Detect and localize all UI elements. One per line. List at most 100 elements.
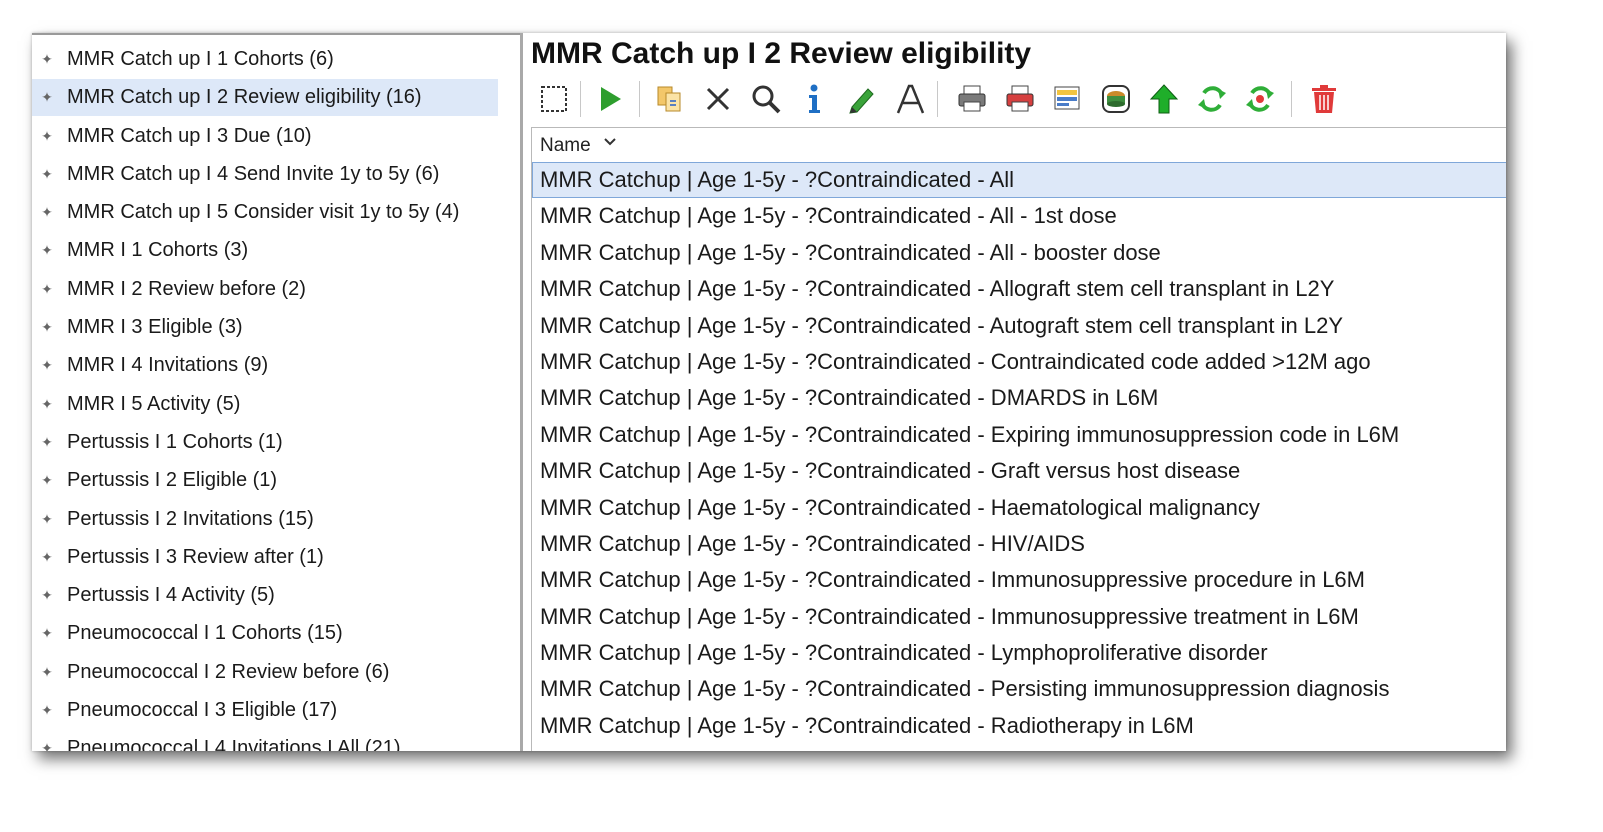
- tree-bullet-icon: ✦: [41, 740, 53, 751]
- tree-item[interactable]: ✦ MMR I 3 Eligible (3): [32, 308, 520, 346]
- table-row[interactable]: MMR Catchup | Age 1-5y - ?Contraindicate…: [532, 562, 1506, 598]
- table-row[interactable]: MMR Catchup | Age 1-5y - ?Contraindicate…: [532, 162, 1506, 199]
- tree-item[interactable]: ✦ MMR Catch up I 4 Send Invite 1y to 5y (…: [32, 155, 520, 193]
- select-box-button[interactable]: [535, 77, 573, 121]
- table-row[interactable]: MMR Catchup | Age 1-5y - ?Contraindicate…: [532, 380, 1506, 416]
- tree-item[interactable]: ✦ MMR Catch up I 2 Review eligibility (16…: [32, 78, 520, 117]
- info-button[interactable]: [795, 77, 833, 121]
- table-row[interactable]: MMR Catchup | Age 1-5y - ?Contraindicate…: [532, 671, 1506, 707]
- tree-item-label: MMR I 4 Invitations (9): [67, 354, 269, 377]
- tree-item[interactable]: ✦ MMR Catch up I 5 Consider visit 1y to 5…: [32, 193, 520, 231]
- refresh-red-icon: [1246, 86, 1274, 112]
- chevron-down-icon: [604, 138, 616, 146]
- run-button[interactable]: [591, 77, 629, 121]
- search-icon: [752, 85, 781, 114]
- table-row[interactable]: MMR Catchup | Age 1-5y - ?Contraindicate…: [532, 235, 1506, 271]
- table-row[interactable]: MMR Catchup | Age 1-5y - ?Contraindicate…: [532, 344, 1506, 380]
- tree-item[interactable]: ✦ Pertussis I 4 Activity (5): [32, 576, 520, 614]
- delete-folder-button[interactable]: [1305, 77, 1343, 121]
- print-red-icon: [1006, 85, 1034, 112]
- tree-bullet-icon: ✦: [41, 204, 53, 221]
- tree-item[interactable]: ✦ Pertussis I 2 Eligible (1): [32, 461, 520, 499]
- delete-button[interactable]: [699, 77, 737, 121]
- tree-bullet-icon: ✦: [41, 395, 53, 412]
- tree-item[interactable]: ✦ MMR I 1 Cohorts (3): [32, 231, 520, 269]
- table-row[interactable]: MMR Catchup | Age 1-5y - ?Contraindicate…: [532, 198, 1506, 234]
- copy-button[interactable]: [651, 77, 689, 121]
- tree-item[interactable]: ✦ MMR I 5 Activity (5): [32, 385, 520, 423]
- edit-button[interactable]: [843, 77, 881, 121]
- tree-bullet-icon: ✦: [41, 89, 53, 106]
- print-list-button[interactable]: [1001, 77, 1039, 121]
- tree-item-label: Pertussis I 2 Eligible (1): [67, 469, 278, 492]
- toolbar-separator: [937, 81, 938, 117]
- run-icon: [601, 87, 621, 111]
- table-row[interactable]: MMR Catchup | Age 1-5y - ?Contraindicate…: [532, 271, 1506, 307]
- tree-item[interactable]: ✦ Pneumococcal I 4 Invitations I All (21): [32, 729, 520, 751]
- tree-item[interactable]: ✦ Pertussis I 3 Review after (1): [32, 538, 520, 576]
- tree-item-label: MMR I 2 Review before (2): [67, 277, 306, 300]
- tree-bullet-icon: ✦: [41, 663, 53, 680]
- tree-item[interactable]: ✦ Pneumococcal I 2 Review before (6): [32, 653, 520, 691]
- tree-item[interactable]: ✦ Pneumococcal I 1 Cohorts (15): [32, 614, 520, 652]
- table-row[interactable]: MMR Catchup | Age 1-5y - ?Contraindicate…: [532, 708, 1506, 744]
- pane-top-border: [32, 33, 520, 35]
- tree-item[interactable]: ✦ Pertussis I 2 Invitations (15): [32, 500, 520, 538]
- refresh-icon: [1198, 86, 1226, 112]
- table-row[interactable]: MMR Catchup | Age 1-5y - ?Contraindicate…: [532, 526, 1506, 562]
- table-row[interactable]: MMR Catchup | Age 1-5y - ?Contraindicate…: [532, 599, 1506, 635]
- table-row[interactable]: MMR Catchup | Age 1-5y - ?Contraindicate…: [532, 417, 1506, 453]
- tree-item-label: Pneumococcal I 4 Invitations I All (21): [67, 737, 401, 751]
- font-button[interactable]: [891, 77, 929, 121]
- search-results-grid: Name MMR Catchup | Age 1-5y - ?Contraind…: [531, 127, 1506, 751]
- app-window: ✦ MMR Catch up I 1 Cohorts (6) ✦ MMR Catch …: [32, 33, 1506, 751]
- tree-bullet-icon: ✦: [41, 548, 53, 565]
- tree-item-label: MMR I 5 Activity (5): [67, 392, 241, 415]
- table-row[interactable]: MMR Catchup | Age 1-5y - ?Contraindicate…: [532, 453, 1506, 489]
- tree-item[interactable]: ✦ MMR Catch up I 3 Due (10): [32, 117, 520, 155]
- tree-item-label: MMR Catch up I 4 Send Invite 1y to 5y (6…: [67, 162, 440, 185]
- column-header-name[interactable]: Name: [532, 128, 1506, 160]
- copy-icon: [657, 86, 681, 112]
- tree-bullet-icon: ✦: [41, 51, 53, 67]
- table-row[interactable]: MMR Catchup | Age 1-5y - ?Contraindicate…: [532, 490, 1506, 526]
- tree-bullet-icon: ✦: [41, 357, 53, 374]
- database-icon: [1102, 85, 1130, 113]
- tree-item-label: Pertussis I 3 Review after (1): [67, 545, 324, 568]
- report-icon: [1054, 86, 1080, 110]
- tree-item[interactable]: ✦ MMR I 2 Review before (2): [32, 270, 520, 308]
- tree-item-label: Pneumococcal I 2 Review before (6): [67, 660, 390, 683]
- tree-bullet-icon: ✦: [41, 587, 53, 604]
- tree-item-label: MMR Catch up I 1 Cohorts (6): [67, 48, 334, 70]
- database-button[interactable]: [1097, 77, 1135, 121]
- tree-item-label: MMR I 1 Cohorts (3): [67, 239, 249, 262]
- tree-item[interactable]: ✦ MMR Catch up I 1 Cohorts (6): [32, 40, 520, 78]
- tree-bullet-icon: ✦: [41, 702, 53, 719]
- tree-item-label: MMR Catch up I 5 Consider visit 1y to 5y…: [67, 201, 460, 224]
- tree-item-label: Pertussis I 2 Invitations (15): [67, 507, 314, 530]
- tree-item[interactable]: ✦ MMR I 4 Invitations (9): [32, 346, 520, 384]
- toolbar: [535, 77, 1495, 121]
- refresh-button[interactable]: [1193, 77, 1231, 121]
- edit-pen-icon: [849, 88, 874, 114]
- font-icon: [896, 84, 925, 114]
- toolbar-separator: [1291, 81, 1292, 117]
- search-list-pane: MMR Catch up I 2 Review eligibility Name…: [523, 33, 1506, 751]
- tree-item-label: Pneumococcal I 1 Cohorts (15): [67, 622, 343, 645]
- tree-item[interactable]: ✦ Pneumococcal I 3 Eligible (17): [32, 691, 520, 729]
- tree-item-label: MMR I 3 Eligible (3): [67, 316, 243, 339]
- move-up-button[interactable]: [1145, 77, 1183, 121]
- tree-bullet-icon: ✦: [41, 433, 53, 450]
- table-row[interactable]: MMR Catchup | Age 1-5y - ?Contraindicate…: [532, 308, 1506, 344]
- tree-item-label: Pneumococcal I 3 Eligible (17): [67, 699, 338, 722]
- tree-bullet-icon: ✦: [41, 165, 53, 182]
- refresh-all-button[interactable]: [1241, 77, 1279, 121]
- toolbar-separator: [639, 81, 640, 117]
- table-row[interactable]: MMR Catchup | Age 1-5y - ?Contraindicate…: [532, 635, 1506, 671]
- tree-item[interactable]: ✦ Pertussis I 1 Cohorts (1): [32, 423, 520, 461]
- print-button[interactable]: [953, 77, 991, 121]
- report-button[interactable]: [1049, 77, 1087, 121]
- print-icon: [958, 85, 986, 112]
- search-button[interactable]: [747, 77, 785, 121]
- info-icon: [809, 84, 820, 113]
